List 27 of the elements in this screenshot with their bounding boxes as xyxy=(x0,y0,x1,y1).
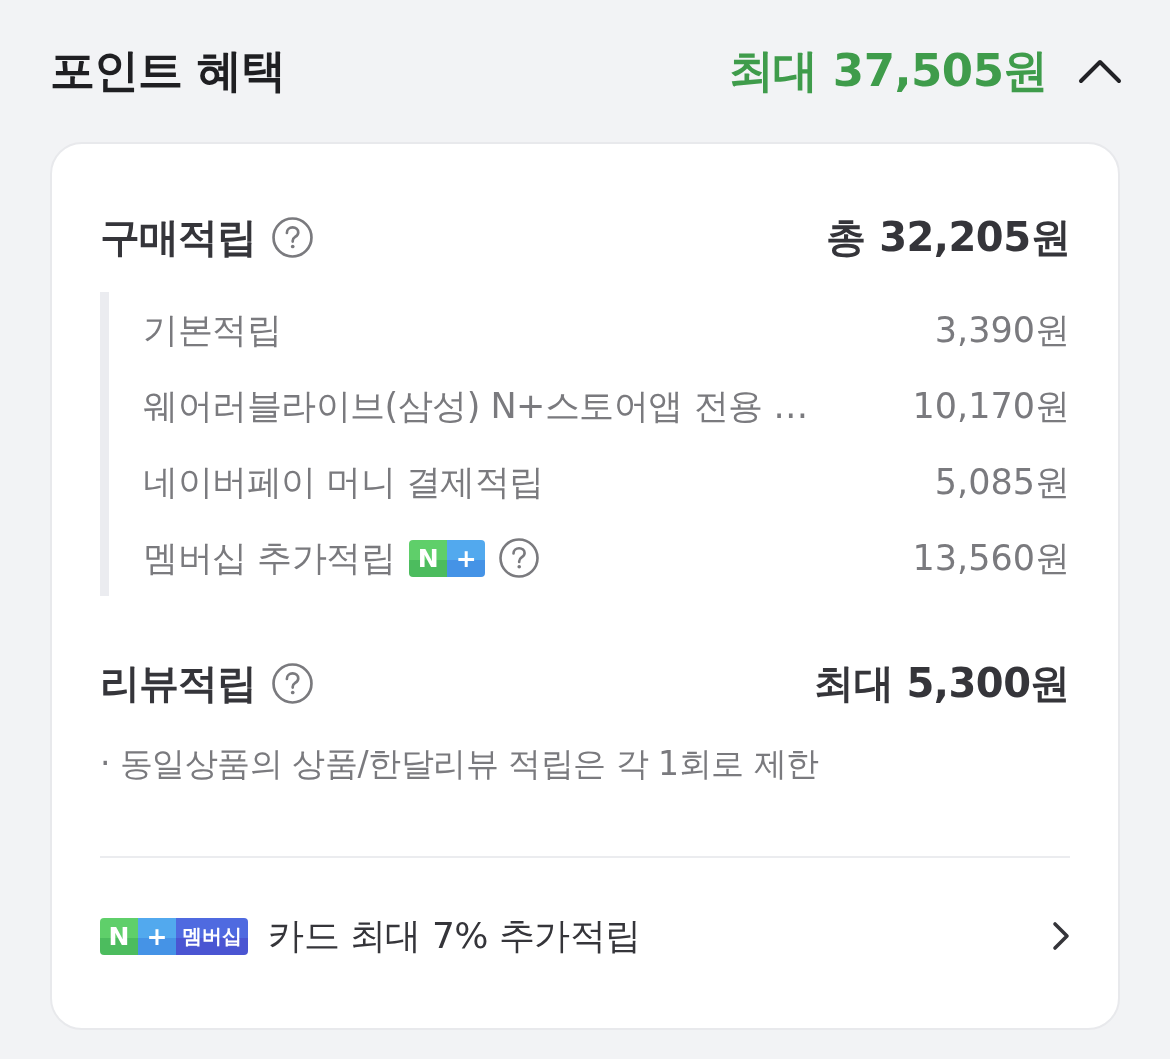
points-item-label: 네이버페이 머니 결제적립 xyxy=(143,460,544,504)
card-promo-link[interactable]: N + 멤버십 카드 최대 7% 추가적립 xyxy=(100,858,1070,1014)
purchase-points-title: 구매적립 xyxy=(100,212,256,262)
points-item-amount: 5,085원 xyxy=(934,460,1070,504)
badge-letter: N xyxy=(100,917,138,955)
section-title: 포인트 혜택 xyxy=(50,43,285,99)
points-item-label: 기본적립 xyxy=(143,308,281,352)
points-item-label: 웨어러블라이브(삼성) N+스토어앱 전용 … xyxy=(143,384,808,428)
points-item-label: 멤버십 추가적립 xyxy=(143,536,396,580)
help-icon[interactable] xyxy=(272,216,313,258)
review-points-total: 최대 5,300원 xyxy=(814,658,1070,708)
chevron-right-icon xyxy=(1052,921,1070,951)
chevron-up-icon[interactable] xyxy=(1078,58,1122,84)
badge-plus-sign: + xyxy=(138,917,176,955)
review-points-title: 리뷰적립 xyxy=(100,658,256,708)
membership-badge-label: 멤버십 xyxy=(176,917,248,955)
points-item-amount: 10,170원 xyxy=(912,384,1070,428)
badge-plus-sign: + xyxy=(447,539,486,577)
help-icon[interactable] xyxy=(272,662,313,704)
purchase-points-total: 총 32,205원 xyxy=(826,212,1070,262)
card-promo-text: 카드 최대 7% 추가적립 xyxy=(268,913,641,958)
help-icon[interactable] xyxy=(499,538,540,578)
review-note: · 동일상품의 상품/한달리뷰 적립은 각 1회로 제한 xyxy=(100,743,820,785)
points-item-amount: 13,560원 xyxy=(912,536,1070,580)
badge-letter: N xyxy=(409,539,448,577)
points-item-amount: 3,390원 xyxy=(934,308,1070,352)
max-points-total: 최대 37,505원 xyxy=(728,43,1048,99)
